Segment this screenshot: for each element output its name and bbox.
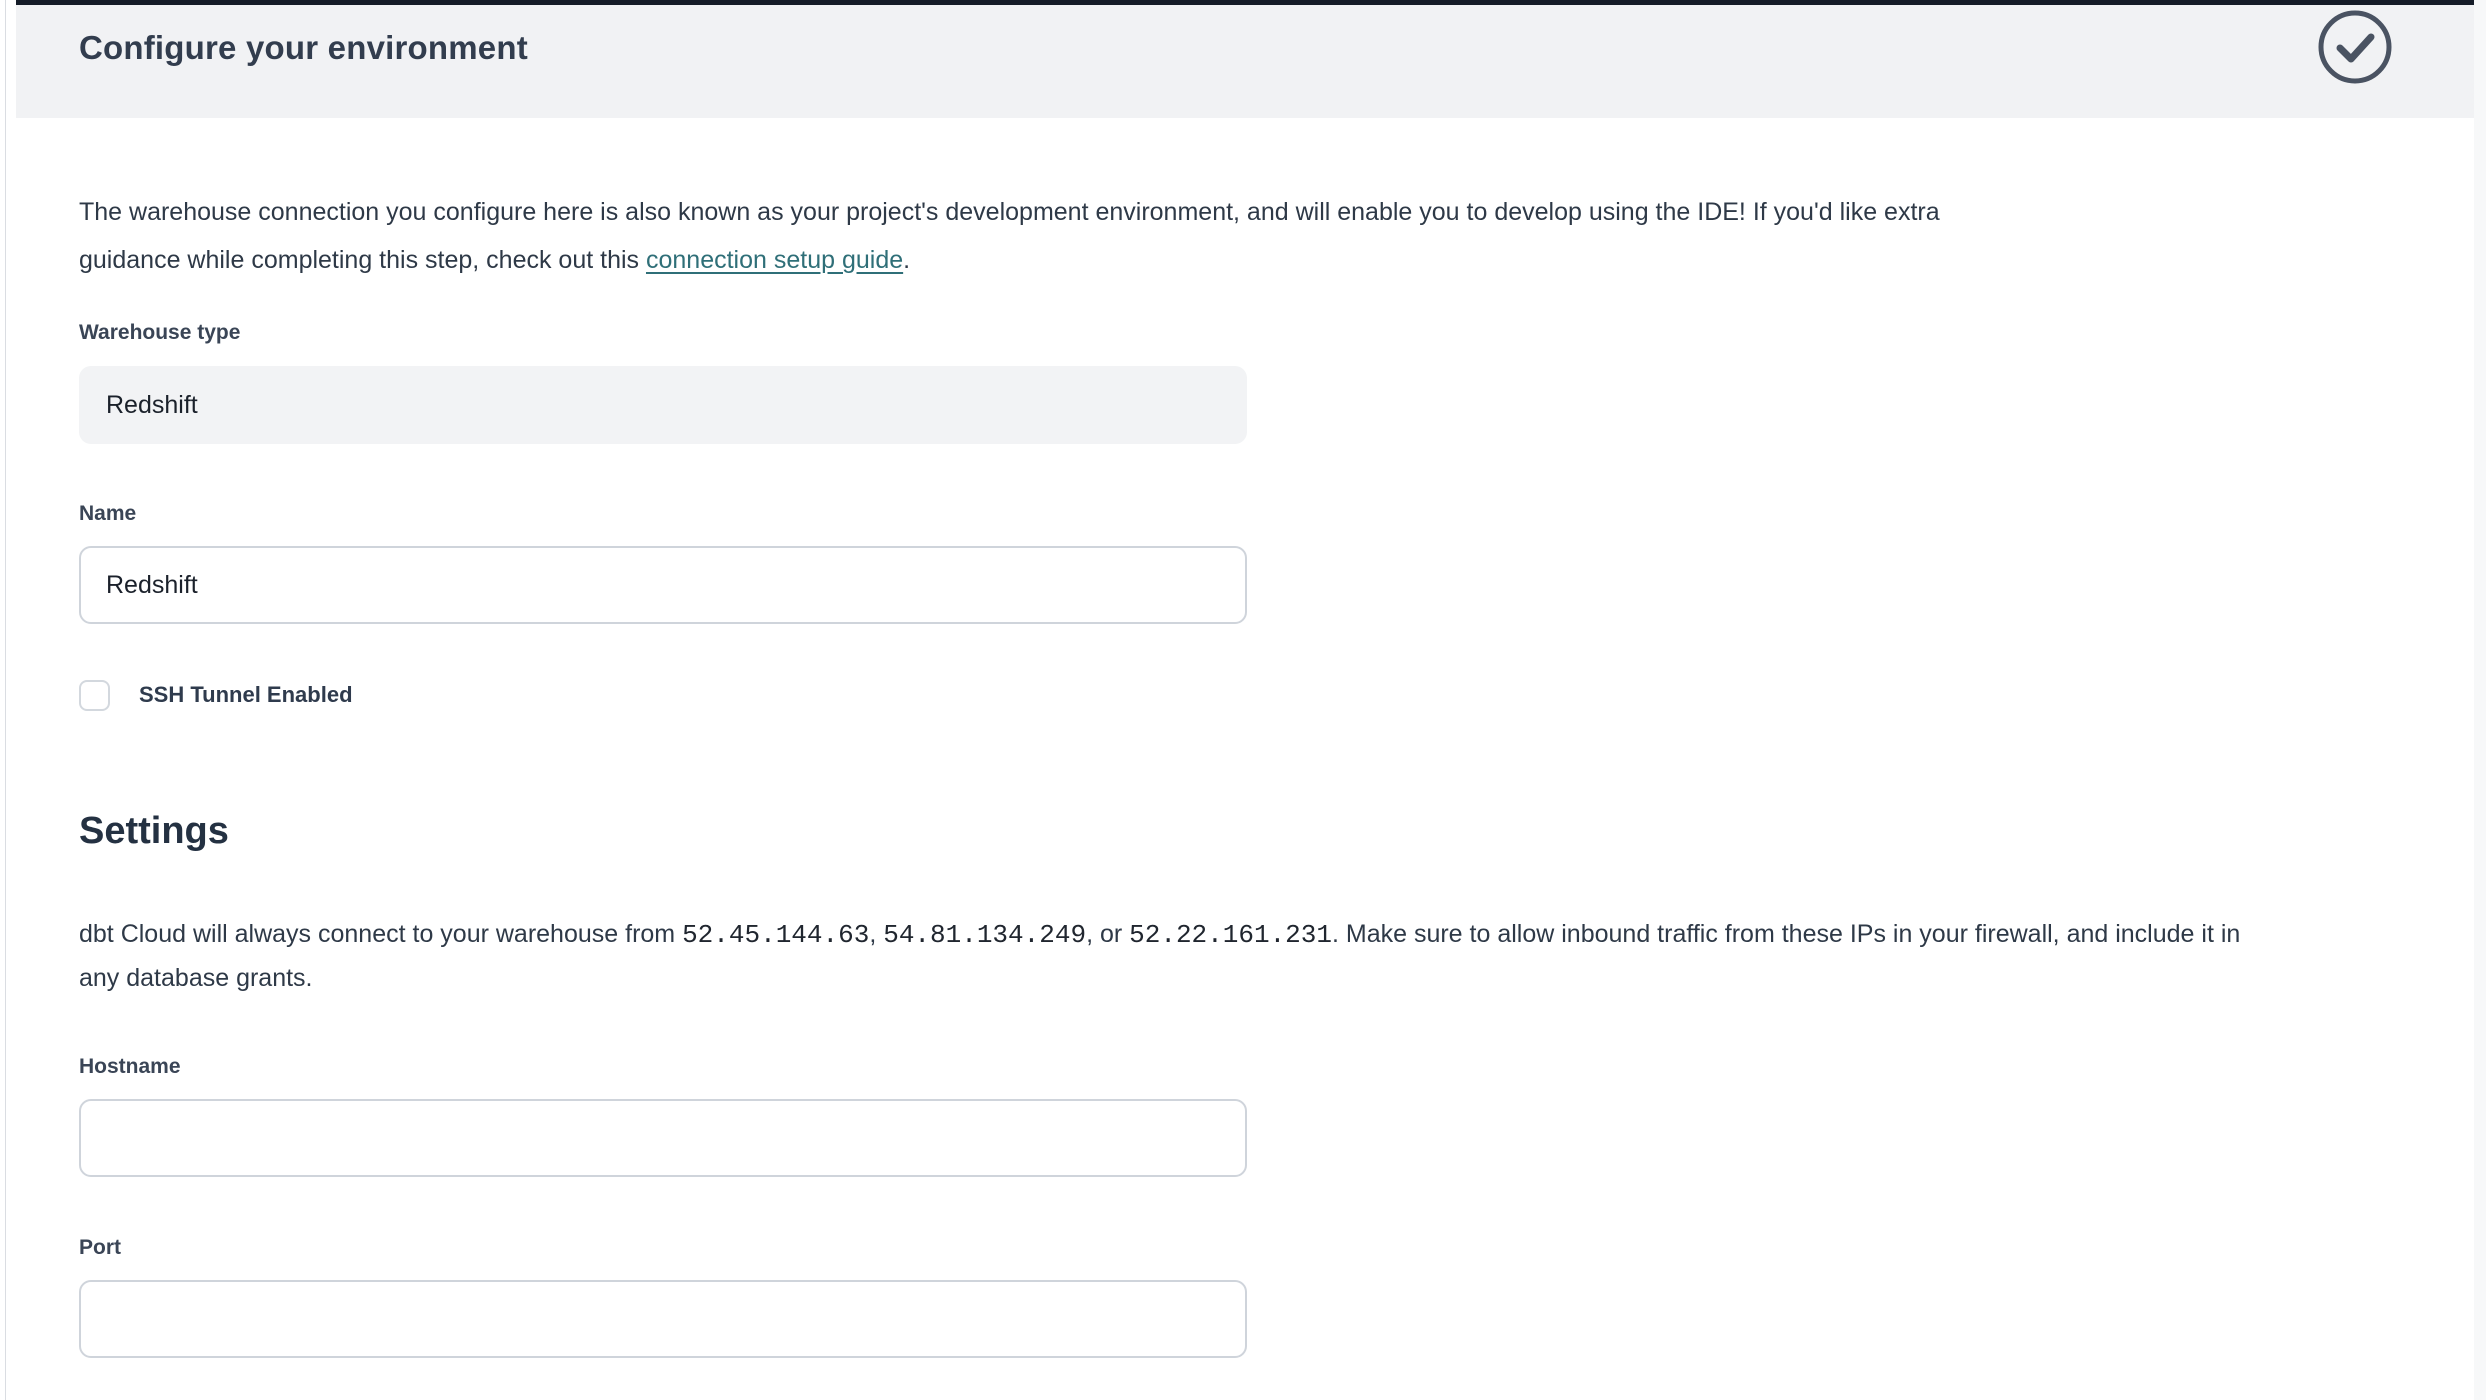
ip-text-2: . Make sure to allow inbound traffic fro… — [1332, 920, 2240, 948]
hostname-label: Hostname — [79, 1055, 181, 1079]
ssh-tunnel-checkbox[interactable] — [79, 680, 110, 711]
ip-allowlist-paragraph: dbt Cloud will always connect to your wa… — [79, 913, 2240, 1000]
intro-paragraph: The warehouse connection you configure h… — [79, 188, 1940, 284]
vertical-scrollbar[interactable] — [2474, 0, 2486, 1400]
port-input[interactable] — [79, 1280, 1247, 1358]
warehouse-type-value: Redshift — [106, 391, 198, 420]
ip-line-2: any database grants. — [79, 957, 2240, 1000]
ip-sep-2: , or — [1086, 920, 1129, 948]
ip-line-1: dbt Cloud will always connect to your wa… — [79, 913, 2240, 957]
ssh-tunnel-row: SSH Tunnel Enabled — [79, 678, 353, 712]
intro-line-1: The warehouse connection you configure h… — [79, 188, 1940, 236]
ssh-tunnel-label: SSH Tunnel Enabled — [139, 682, 353, 708]
step-complete-check-icon — [2317, 9, 2393, 85]
warehouse-type-label: Warehouse type — [79, 321, 240, 345]
warehouse-type-field: Redshift — [79, 366, 1247, 444]
environment-setup-page: Configure your environment The warehouse… — [0, 0, 2486, 1400]
intro-line-2-text: guidance while completing this step, che… — [79, 246, 646, 274]
ip-address-3: 52.22.161.231 — [1129, 920, 1332, 950]
intro-line-2: guidance while completing this step, che… — [79, 236, 1940, 284]
left-panel-divider — [5, 0, 6, 1400]
port-label: Port — [79, 1236, 121, 1260]
ip-address-1: 52.45.144.63 — [682, 920, 869, 950]
ip-sep-1: , — [869, 920, 883, 948]
name-input[interactable] — [79, 546, 1247, 624]
connection-setup-guide-link[interactable]: connection setup guide — [646, 246, 903, 274]
page-title: Configure your environment — [79, 29, 528, 67]
ip-address-2: 54.81.134.249 — [883, 920, 1086, 950]
step-header: Configure your environment — [16, 5, 2486, 118]
intro-line-2-period: . — [903, 246, 910, 274]
hostname-input[interactable] — [79, 1099, 1247, 1177]
name-label: Name — [79, 502, 136, 526]
settings-heading: Settings — [79, 810, 229, 853]
ip-text-1: dbt Cloud will always connect to your wa… — [79, 920, 682, 948]
